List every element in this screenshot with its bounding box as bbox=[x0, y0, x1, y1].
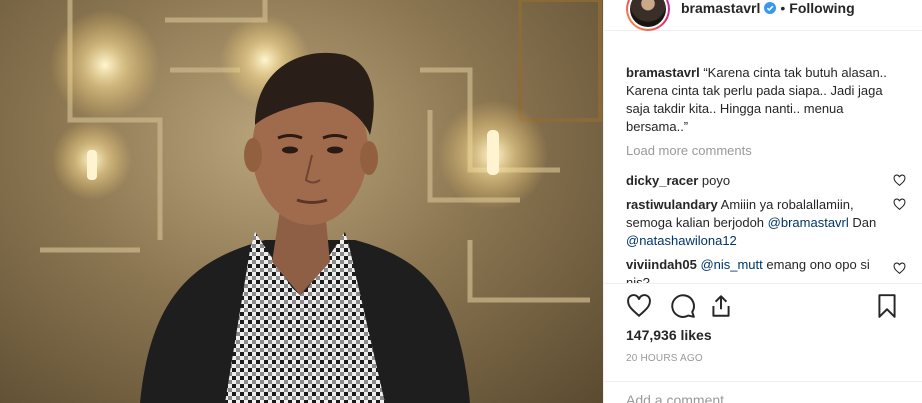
instagram-post: bramastavrl • Following bramastavrl “Kar… bbox=[0, 0, 922, 403]
comment-item: rastiwulandary Amiiin ya robalallamiin, … bbox=[626, 196, 906, 250]
comment-mention[interactable]: @natashawilona12 bbox=[626, 233, 737, 248]
heart-icon[interactable] bbox=[626, 293, 652, 319]
comment-username[interactable]: rastiwulandary bbox=[626, 197, 718, 212]
verified-badge-icon bbox=[764, 2, 777, 14]
caption-username[interactable]: bramastavrl bbox=[626, 65, 700, 80]
comment-text: poyo bbox=[701, 173, 731, 188]
following-button[interactable]: Following bbox=[789, 0, 854, 16]
post-side-panel: bramastavrl • Following bramastavrl “Kar… bbox=[603, 0, 922, 403]
comments-list: bramastavrl “Karena cinta tak butuh alas… bbox=[626, 64, 906, 284]
comment-item: viviindah05 @nis_mutt emang ono opo si n… bbox=[626, 256, 906, 284]
comment-icon[interactable] bbox=[670, 293, 696, 319]
comment-mention[interactable]: @bramastavrl bbox=[768, 215, 849, 230]
post-timestamp[interactable]: 20 HOURS AGO bbox=[626, 353, 703, 364]
comment-item: dicky_racer poyo bbox=[626, 172, 906, 190]
header-username[interactable]: bramastavrl bbox=[681, 0, 760, 16]
comment-like-heart-icon[interactable] bbox=[893, 262, 906, 275]
avatar[interactable] bbox=[626, 0, 670, 31]
comment-username[interactable]: viviindah05 bbox=[626, 257, 697, 272]
load-more-comments-button[interactable]: Load more comments bbox=[626, 142, 752, 160]
portrait-illustration bbox=[40, 0, 602, 403]
share-icon[interactable] bbox=[708, 293, 734, 319]
comment-username[interactable]: dicky_racer bbox=[626, 173, 698, 188]
comment-mention[interactable]: @nis_mutt bbox=[700, 257, 762, 272]
post-photo[interactable] bbox=[0, 0, 603, 403]
post-header: bramastavrl • Following bbox=[604, 0, 922, 31]
comment-like-heart-icon[interactable] bbox=[893, 174, 906, 187]
bookmark-icon[interactable] bbox=[874, 293, 900, 319]
header-separator: • bbox=[780, 0, 786, 16]
comment-text: Dan bbox=[852, 215, 877, 230]
add-comment-input[interactable]: Add a comment... bbox=[604, 381, 922, 403]
post-caption: bramastavrl “Karena cinta tak butuh alas… bbox=[626, 64, 906, 136]
post-actions: 147,936 likes 20 HOURS AGO Add a comment… bbox=[604, 283, 922, 403]
likes-count[interactable]: 147,936 likes bbox=[626, 327, 712, 343]
comment-like-heart-icon[interactable] bbox=[893, 198, 906, 211]
